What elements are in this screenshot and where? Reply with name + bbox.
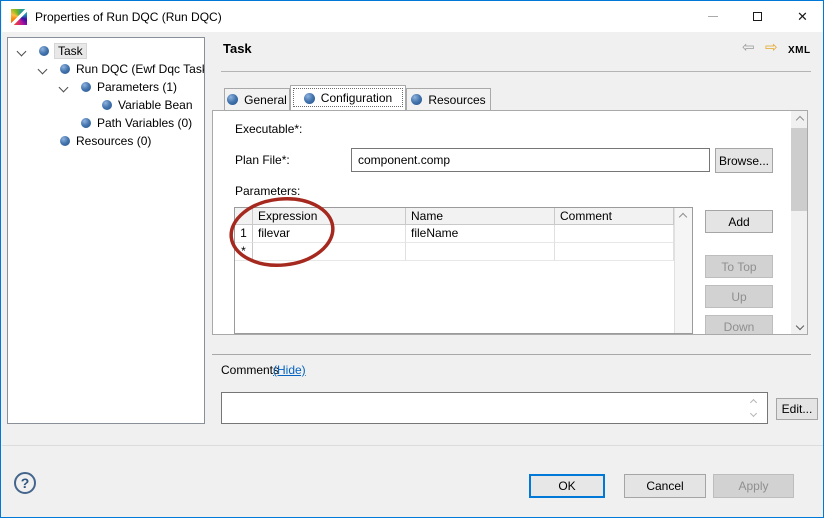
properties-dialog: Properties of Run DQC (Run DQC) ✕ Task R… (0, 0, 824, 518)
table-scrollbar[interactable] (674, 208, 692, 333)
tree-item-label: Parameters (1) (97, 80, 177, 94)
header-divider (221, 71, 811, 72)
forward-arrow-icon[interactable]: ⇨ (765, 40, 778, 56)
tree-item-variable-bean[interactable]: Variable Bean (102, 96, 193, 114)
scrollbar-thumb[interactable] (791, 128, 808, 211)
row-number-cell: 1 (235, 225, 253, 243)
comment-cell[interactable] (555, 243, 674, 261)
back-arrow-icon[interactable]: ⇦ (742, 40, 755, 56)
parameters-label: Parameters: (235, 184, 300, 198)
node-icon (60, 64, 70, 74)
expression-cell[interactable] (253, 243, 406, 261)
scroll-up-icon (679, 213, 687, 221)
tree-item-run-dqc[interactable]: Run DQC (Ewf Dqc Task) (39, 60, 205, 78)
tree-item-label: Run DQC (Ewf Dqc Task) (76, 62, 205, 76)
node-icon (60, 136, 70, 146)
tab-label: Resources (428, 93, 485, 107)
ok-button[interactable]: OK (529, 474, 605, 498)
maximize-icon (753, 12, 762, 21)
edit-comments-button[interactable]: Edit... (776, 398, 818, 420)
column-header-expression[interactable]: Expression (253, 208, 406, 225)
tab-icon (411, 94, 422, 105)
tree-item-task[interactable]: Task (18, 42, 86, 60)
configuration-panel: Executable*: Plan File*: Browse... Param… (212, 110, 808, 335)
comments-divider (212, 354, 811, 355)
cancel-button[interactable]: Cancel (624, 474, 706, 498)
maximize-button[interactable] (735, 1, 780, 32)
tree-item-parameters[interactable]: Parameters (1) (60, 78, 177, 96)
add-button[interactable]: Add (705, 210, 773, 233)
down-button: Down (705, 315, 773, 335)
tree-item-label: Task (55, 44, 86, 58)
tree-item-label: Resources (0) (76, 134, 151, 148)
task-tree: Task Run DQC (Ewf Dqc Task) Parameters (… (7, 37, 205, 424)
browse-button[interactable]: Browse... (715, 148, 773, 173)
page-title: Task (223, 41, 252, 56)
expander-icon[interactable] (38, 64, 48, 74)
tree-item-path-variables[interactable]: Path Variables (0) (81, 114, 192, 132)
comment-scroll-up-icon (745, 397, 761, 407)
name-cell[interactable]: fileName (406, 225, 555, 243)
hide-comments-link[interactable]: (Hide) (273, 363, 306, 377)
comments-label: Comments (221, 363, 279, 377)
footer-divider (2, 445, 824, 446)
to-top-button: To Top (705, 255, 773, 278)
table-header-row: Expression Name Comment (235, 208, 692, 225)
minimize-icon (708, 16, 718, 17)
comment-cell[interactable] (555, 225, 674, 243)
tree-item-resources[interactable]: Resources (0) (60, 132, 151, 150)
scroll-down-icon[interactable] (791, 317, 808, 334)
window-title: Properties of Run DQC (Run DQC) (35, 10, 222, 24)
app-icon (11, 9, 27, 25)
tab-label: Configuration (321, 91, 392, 105)
title-bar: Properties of Run DQC (Run DQC) ✕ (2, 1, 823, 32)
node-icon (39, 46, 49, 56)
close-icon: ✕ (797, 10, 808, 23)
column-header-name[interactable]: Name (406, 208, 555, 225)
parameters-table: Expression Name Comment 1 filevar fileNa… (234, 207, 693, 334)
executable-label: Executable*: (235, 122, 302, 136)
node-icon (81, 82, 91, 92)
node-icon (102, 100, 112, 110)
comment-scroll-down-icon (745, 408, 761, 418)
tab-icon (227, 94, 238, 105)
tab-resources[interactable]: Resources (406, 88, 491, 110)
expression-cell[interactable]: filevar (253, 225, 406, 243)
xml-view-link[interactable]: XML (788, 45, 811, 56)
help-icon[interactable]: ? (14, 472, 36, 494)
comments-textarea[interactable] (221, 392, 768, 424)
close-button[interactable]: ✕ (780, 1, 824, 32)
minimize-button[interactable] (690, 1, 735, 32)
tab-general[interactable]: General (224, 88, 290, 110)
up-button: Up (705, 285, 773, 308)
tab-icon (304, 93, 315, 104)
plan-file-input[interactable] (351, 148, 710, 172)
table-row-new: * (235, 243, 692, 261)
tab-configuration[interactable]: Configuration (290, 85, 406, 110)
tree-item-label: Variable Bean (118, 98, 193, 112)
apply-button: Apply (713, 474, 794, 498)
node-icon (81, 118, 91, 128)
table-row: 1 filevar fileName (235, 225, 692, 243)
name-cell[interactable] (406, 243, 555, 261)
column-header-comment[interactable]: Comment (555, 208, 674, 225)
row-number-header (235, 208, 253, 225)
expander-icon[interactable] (59, 82, 69, 92)
panel-scrollbar[interactable] (791, 111, 808, 334)
tab-label: General (244, 93, 287, 107)
expander-icon[interactable] (17, 46, 27, 56)
scroll-up-icon[interactable] (791, 111, 808, 128)
tree-item-label: Path Variables (0) (97, 116, 192, 130)
row-number-cell: * (235, 243, 253, 261)
plan-file-label: Plan File*: (235, 153, 290, 167)
